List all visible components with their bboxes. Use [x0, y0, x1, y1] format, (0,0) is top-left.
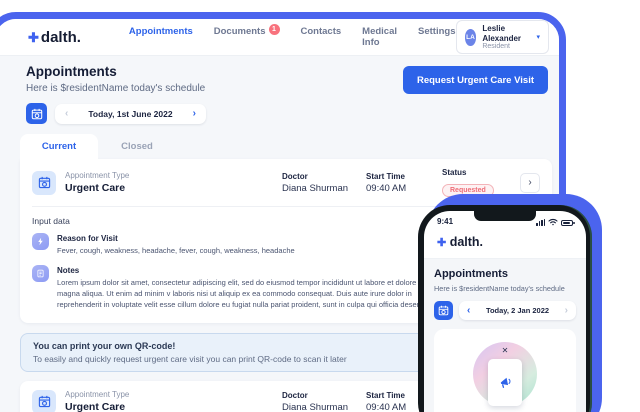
current-date: Today, 2 Jan 2022 [486, 306, 549, 315]
reason-value: Fever, cough, weakness, headache, fever,… [57, 246, 295, 257]
tab-current[interactable]: Current [20, 134, 98, 159]
doctor-value: Diana Shurman [282, 402, 366, 412]
calendar-button[interactable] [434, 301, 453, 320]
empty-state-card: ✕ No appointments [434, 329, 576, 412]
app-header: ✚ dalth. Appointments Documents 1 Contac… [0, 19, 559, 56]
doctor-value: Diana Shurman [282, 183, 366, 194]
appointment-type-icon [32, 171, 56, 195]
nav-item-medical-info[interactable]: Medical Info [362, 26, 397, 48]
user-role: Resident [482, 43, 526, 50]
wifi-icon [548, 218, 558, 226]
user-name: Leslie Alexander [482, 24, 526, 43]
screenshot-canvas: ✚ dalth. Appointments Documents 1 Contac… [0, 0, 640, 412]
appointment-type-value: Urgent Care [65, 182, 129, 194]
main-nav: Appointments Documents 1 Contacts Medica… [129, 26, 456, 48]
chevron-left-icon[interactable]: ‹ [65, 109, 68, 119]
phone-screen: 9:41 ✚ dalth. Appointments [424, 211, 586, 412]
nav-item-contacts[interactable]: Contacts [301, 26, 342, 48]
notes-label: Notes [57, 266, 439, 275]
tab-bar: Current Closed [20, 134, 552, 159]
avatar: LA [465, 29, 477, 46]
phone-page-title: Appointments [434, 268, 576, 280]
calendar-button[interactable] [26, 103, 47, 124]
notification-badge: 1 [269, 24, 280, 35]
nav-label: Settings [418, 26, 455, 37]
date-navigator: ‹ Today, 1st June 2022 › [55, 104, 206, 124]
notification-card [488, 359, 522, 406]
logo-text: dalth. [450, 235, 483, 249]
logo-plus-icon: ✚ [28, 30, 39, 46]
phone-brand-logo: ✚ dalth. [437, 235, 483, 249]
chevron-down-icon: ▾ [536, 33, 540, 41]
status-label: Status [442, 168, 508, 177]
start-time-label: Start Time [366, 172, 442, 181]
nav-label: Documents [214, 26, 266, 37]
appointment-type-value: Urgent Care [65, 401, 129, 412]
calendar-icon [438, 305, 449, 316]
nav-item-documents[interactable]: Documents 1 [214, 26, 280, 48]
brand-logo: ✚ dalth. [28, 29, 81, 46]
chevron-right-icon[interactable]: › [193, 109, 196, 119]
logo-text: dalth. [41, 29, 81, 46]
tab-closed[interactable]: Closed [98, 134, 176, 159]
page-title: Appointments [26, 64, 205, 79]
appointment-type-label: Appointment Type [65, 171, 129, 180]
page-subtitle: Here is $residentName today's schedule [26, 83, 205, 94]
phone-notch [474, 211, 536, 221]
reason-label: Reason for Visit [57, 234, 295, 243]
nav-label: Contacts [301, 26, 342, 37]
appointment-type-label: Appointment Type [65, 390, 129, 399]
nav-label: Medical Info [362, 26, 397, 48]
lightning-icon [32, 233, 49, 250]
open-appointment-button[interactable]: › [520, 173, 540, 193]
calendar-icon [31, 108, 43, 120]
logo-plus-icon: ✚ [437, 237, 446, 249]
nav-label: Appointments [129, 26, 193, 37]
empty-state-illustration: ✕ [473, 342, 537, 406]
signal-icon [536, 219, 545, 226]
chevron-right-icon[interactable]: › [565, 306, 568, 316]
close-icon: ✕ [502, 346, 509, 355]
appointment-type-icon [32, 390, 56, 412]
battery-icon [561, 220, 573, 226]
status-time: 9:41 [437, 217, 453, 226]
start-time-value: 09:40 AM [366, 183, 442, 194]
chevron-left-icon[interactable]: ‹ [467, 306, 470, 316]
notes-value: Lorem ipsum dolor sit amet, consectetur … [57, 278, 439, 311]
phone-page-subtitle: Here is $residentName today's schedule [434, 284, 576, 293]
document-icon [32, 265, 49, 282]
request-urgent-care-button[interactable]: Request Urgent Care Visit [403, 66, 548, 94]
user-menu[interactable]: LA Leslie Alexander Resident ▾ [456, 20, 550, 54]
phone-mockup: 9:41 ✚ dalth. Appointments [418, 205, 592, 412]
doctor-label: Doctor [282, 172, 366, 181]
nav-item-appointments[interactable]: Appointments [129, 26, 193, 48]
date-navigator: ‹ Today, 2 Jan 2022 › [459, 301, 576, 320]
nav-item-settings[interactable]: Settings [418, 26, 455, 48]
megaphone-icon [498, 375, 513, 390]
doctor-label: Doctor [282, 391, 366, 400]
current-date: Today, 1st June 2022 [88, 109, 172, 119]
